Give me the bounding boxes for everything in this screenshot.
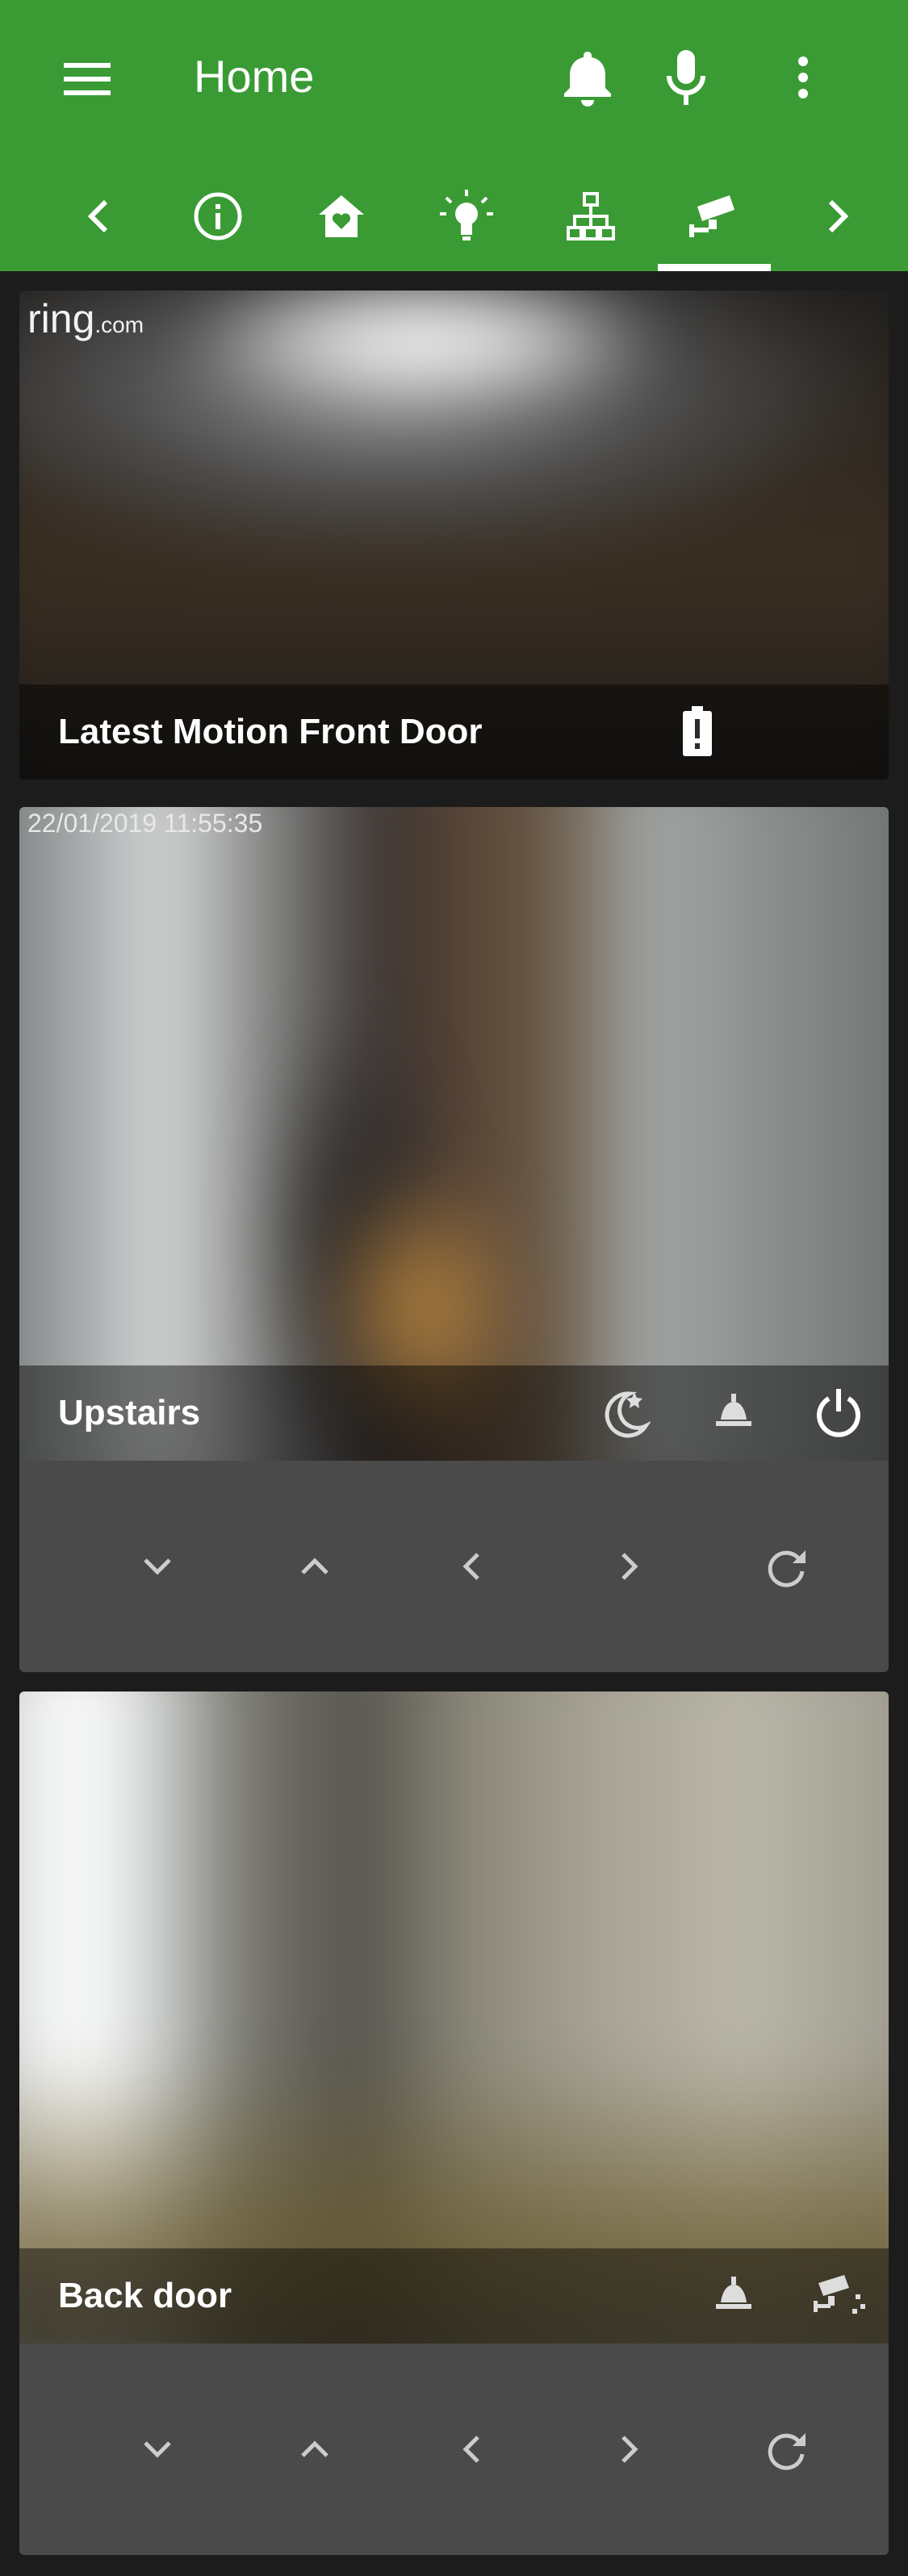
ptz-down-button[interactable] xyxy=(109,2344,206,2555)
more-vert-icon[interactable] xyxy=(771,44,835,111)
camera-title: Back door xyxy=(58,2276,232,2315)
timestamp-overlay: 22/01/2019 11:55:35 xyxy=(27,809,263,838)
view-tabs xyxy=(0,161,908,271)
network-icon[interactable] xyxy=(534,161,647,271)
menu-icon[interactable] xyxy=(55,47,119,111)
chevron-right-icon[interactable] xyxy=(783,161,896,271)
ptz-left-button[interactable] xyxy=(423,2344,520,2555)
page-title: Home xyxy=(194,51,315,102)
power-icon[interactable] xyxy=(798,1365,879,1461)
night-mode-icon[interactable] xyxy=(584,1365,665,1461)
camera-title: Latest Motion Front Door xyxy=(58,712,483,751)
bell-icon[interactable] xyxy=(555,44,620,111)
camera-card-back-door[interactable]: Back door xyxy=(19,1692,889,2555)
ptz-right-button[interactable] xyxy=(581,2344,678,2555)
lightbulb-icon[interactable] xyxy=(410,161,523,271)
battery-alert-icon[interactable] xyxy=(657,684,738,780)
lamp-icon[interactable] xyxy=(693,2248,774,2344)
lamp-icon[interactable] xyxy=(693,1365,774,1461)
ptz-down-button[interactable] xyxy=(109,1461,206,1672)
ring-watermark: ring.com xyxy=(27,296,144,341)
card-caption: Back door xyxy=(19,2248,889,2344)
camera-title: Upstairs xyxy=(58,1393,201,1432)
camera-card-front-door[interactable]: ring.com Latest Motion Front Door xyxy=(19,291,889,780)
refresh-icon[interactable] xyxy=(738,1461,835,1672)
ptz-controls xyxy=(19,1461,889,1672)
camera-image[interactable] xyxy=(19,1692,889,2344)
ptz-right-button[interactable] xyxy=(581,1461,678,1672)
home-heart-icon[interactable] xyxy=(285,161,398,271)
ptz-up-button[interactable] xyxy=(266,1461,363,1672)
card-caption: Upstairs xyxy=(19,1365,889,1461)
chevron-left-icon[interactable] xyxy=(40,161,153,271)
cctv-off-icon[interactable] xyxy=(798,2248,879,2344)
camera-card-upstairs[interactable]: 22/01/2019 11:55:35 Upstairs xyxy=(19,807,889,1672)
refresh-icon[interactable] xyxy=(738,2344,835,2555)
info-icon[interactable] xyxy=(161,161,274,271)
ptz-up-button[interactable] xyxy=(266,2344,363,2555)
app-bar: Home xyxy=(0,0,908,271)
cctv-icon[interactable] xyxy=(658,161,771,271)
ptz-controls xyxy=(19,2344,889,2555)
active-tab-indicator xyxy=(658,264,771,271)
microphone-icon[interactable] xyxy=(654,44,718,111)
camera-image[interactable]: 22/01/2019 11:55:35 xyxy=(19,807,889,1461)
ptz-left-button[interactable] xyxy=(423,1461,520,1672)
card-caption: Latest Motion Front Door xyxy=(19,684,889,780)
